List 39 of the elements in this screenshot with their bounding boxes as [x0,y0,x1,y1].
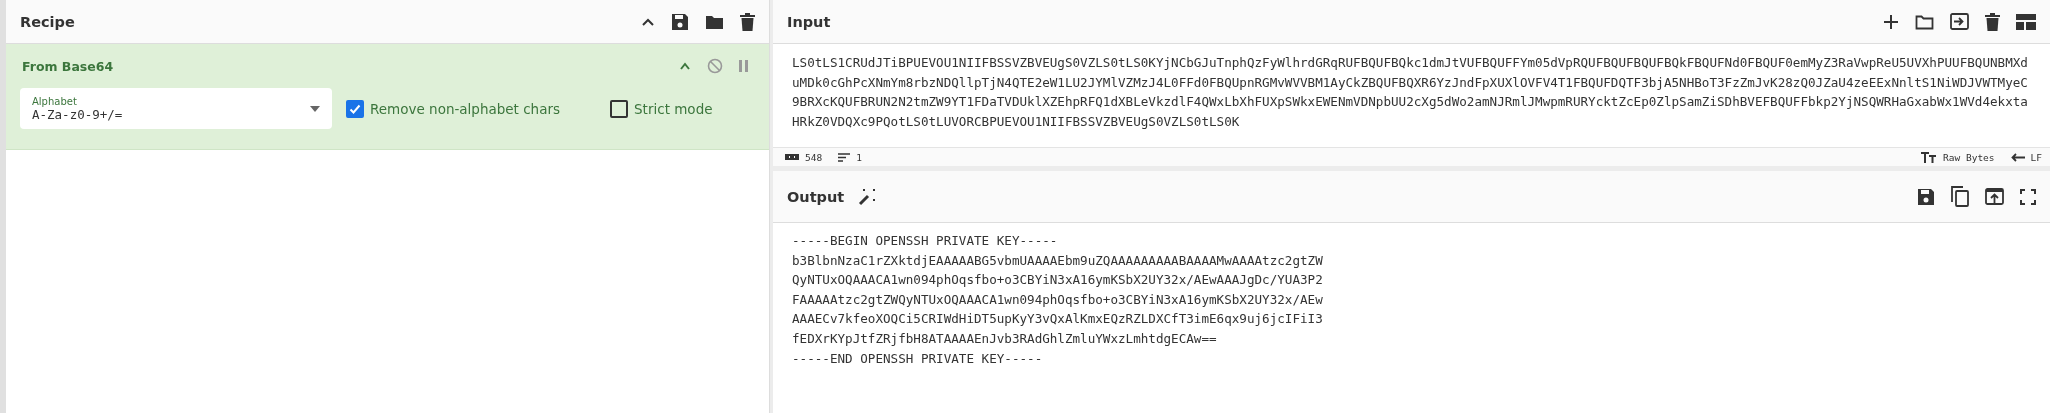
save-icon[interactable] [671,12,689,31]
alphabet-dropdown[interactable]: Alphabet A-Za-z0-9+/= [20,88,332,129]
encoding-label[interactable]: Raw Bytes [1943,151,1995,163]
copy-icon[interactable] [1951,186,1969,207]
output-line: FAAAAAtzc2gtZWQyNTUxOQAAACA1wn094phOqsfbo+o3CBYiN3xA16ymKSbX2UY32x/AEw [792,290,1323,309]
fullscreen-icon[interactable] [2020,188,2036,205]
export-icon[interactable] [1985,188,2004,205]
line-count: 1 [856,151,862,163]
eol-label[interactable]: LF [2030,151,2042,163]
input-text[interactable]: LS0tLS1CRUdJTiBPUEVOU1NIIFBSSVZBVEUgS0VZLS0tLS0KYjNCbGJuTnphQzFyWlhrdGRqRUFBQUFBQkc1dmJtVUFBQUFFYm05dVpRQUFBQUFBQUFBQkFBQUFNd0FBQUF0emMyZ3RaVwpReU5UVXhPUUFBQUNBMXduMDk0cGhPcXNmYm8rbzNDQllpTjN4QTE2eW1LU2JYMlVZMzJ4L0FFd0FBQUpnRGMvWVVBM1AyCkZBQUFBQXR6YzJndFpXUXlOVFV4T1FBQUFDQTF3bjA5NHBoT3FzZmJvK28zQ0JZaU4zeEExNnltS1NiWDJVWTMyeC9BRXcKQUFBRUN2N2tmZW9YT1FDaTVDUklXZEhpRFQ1dXBLeVkzdlF4QWxLbXhFUXpSWkxEWENmVDNpbUU2cXg5dWo2amNJRmlJMwpmRURYcktZcEp0ZlpSamZiSDhBVEFBQUFFbkp2YjNSQWRHaGxabWx1WVd4ekxtaHRkZ0VDQXc9PQotLS0tLUVORCBPUEVOU1NIIFBSSVZBVEUgS0VZLS0tLS0K [773,44,2050,147]
output-line: QyNTUxOQAAACA1wn094phOqsfbo+o3CBYiN3xA16ymKSbX2UY32x/AEwAAAJgDc/YUA3P2 [792,271,1323,290]
magic-wand-icon[interactable] [858,187,877,206]
lines-icon [838,152,851,162]
checkbox[interactable] [610,99,629,118]
output-line: -----BEGIN OPENSSH PRIVATE KEY----- [792,232,1058,250]
folder-icon[interactable] [1915,13,1934,30]
plus-icon[interactable] [1883,13,1899,30]
output-title: Output [787,188,845,205]
abc-icon [785,153,799,161]
output-line: fEDXrKYpJtfZRjfbH8ATAAAAEnJvb3RAdGhlZmluYWxzLmhtdgECAw== [792,329,1217,348]
output-line: -----END OPENSSH PRIVATE KEY----- [792,349,1043,368]
checkbox-label: Remove non-alphabet chars [370,100,561,117]
save-icon[interactable] [1917,187,1935,206]
caret-icon [310,105,320,112]
import-icon[interactable] [1950,13,1969,30]
layout-icon[interactable] [2016,13,2036,30]
text-size-icon[interactable] [1921,151,1938,163]
folder-icon[interactable] [705,13,724,30]
recipe-title: Recipe [20,13,75,30]
trash-icon[interactable] [1985,12,2000,31]
input-title: Input [787,13,831,30]
output-line: b3BlbnNzaC1rZXktdjEAAAAABG5vbmUAAAAEbm9uZQAAAAAAAAABAAAAMwAAAAtzc2gtZW [792,251,1323,270]
checkbox[interactable] [346,99,364,118]
operation-name: From Base64 [22,58,114,74]
length-count: 548 [805,151,823,163]
return-arrow-icon[interactable] [2010,152,2025,162]
trash-icon[interactable] [740,12,755,31]
checkbox-label: Strict mode [634,100,713,117]
output-line: AAAECv7kfeoXOQCi5CRIWdHiDT5upKyY3vQxAlKmxEQzRZLDXCfT3imE6qx9uj6jcIFiI3 [792,310,1323,329]
